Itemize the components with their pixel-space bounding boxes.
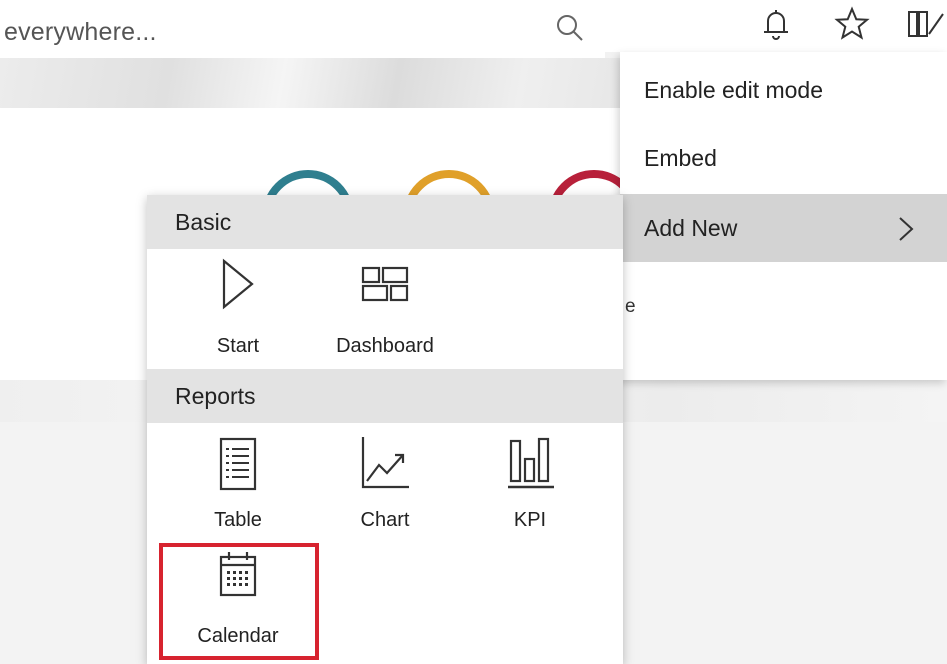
- tool-label: Start: [216, 335, 260, 357]
- tool-kpi[interactable]: KPI: [460, 431, 600, 531]
- kpi-icon: [508, 437, 554, 489]
- context-menu: e Enable edit mode Embed Add New: [620, 52, 947, 380]
- bell-icon[interactable]: [756, 4, 796, 44]
- tool-chart[interactable]: Chart: [315, 431, 455, 531]
- section-title: Basic: [175, 208, 232, 235]
- menu-item-label: Embed: [644, 144, 717, 171]
- chevron-right-icon: [899, 217, 914, 241]
- calendar-highlight-box: [159, 543, 319, 660]
- menu-item-add-new[interactable]: Add New: [620, 194, 947, 262]
- tool-label: Table: [214, 509, 262, 531]
- tool-table[interactable]: Table: [168, 431, 308, 531]
- menu-item-embed[interactable]: Embed: [620, 124, 947, 192]
- tool-dashboard[interactable]: Dashboard: [315, 257, 455, 357]
- section-header-reports: Reports: [147, 369, 623, 423]
- tool-start[interactable]: Start: [168, 257, 308, 357]
- menu-item-label: Add New: [644, 214, 738, 241]
- search-icon[interactable]: [552, 11, 588, 47]
- menu-item-label: Enable edit mode: [644, 76, 824, 103]
- star-icon[interactable]: [832, 4, 872, 44]
- search-input[interactable]: everywhere...: [4, 18, 157, 47]
- menu-item-enable-edit-mode[interactable]: Enable edit mode: [620, 56, 947, 124]
- section-header-basic: Basic: [147, 195, 623, 249]
- search-box[interactable]: everywhere...: [0, 4, 605, 58]
- chart-icon: [361, 437, 409, 489]
- table-icon: [219, 437, 257, 491]
- background-text-fragment: e: [625, 296, 636, 317]
- dashboard-icon: [361, 266, 409, 302]
- section-title: Reports: [175, 382, 256, 409]
- tool-label: Chart: [360, 509, 410, 531]
- tool-label: KPI: [513, 509, 547, 531]
- layout-icon[interactable]: [903, 4, 947, 44]
- tool-label: Dashboard: [336, 335, 434, 357]
- play-triangle-icon: [222, 258, 254, 310]
